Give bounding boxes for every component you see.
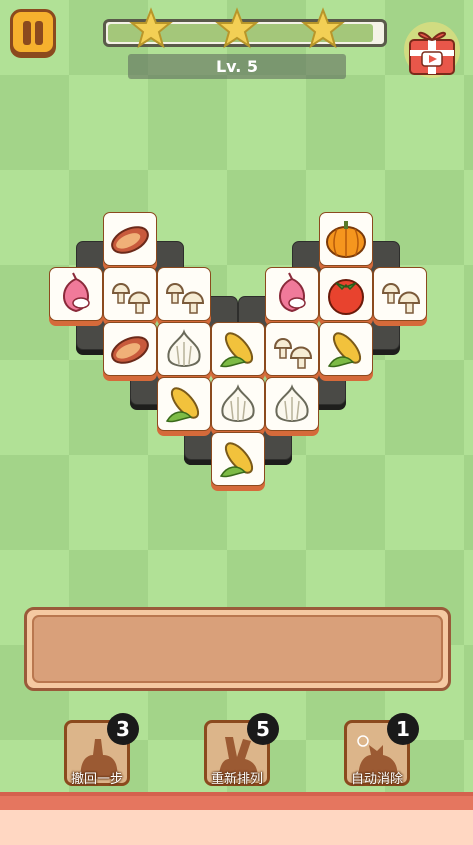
auto-clear-count-badge: 1 bbox=[387, 713, 419, 745]
mushroom-icon bbox=[273, 338, 313, 369]
undo-button[interactable]: 3 撤回一步 bbox=[64, 713, 139, 787]
corn-icon bbox=[165, 387, 200, 423]
onion-icon bbox=[63, 272, 90, 313]
mushroom-icon bbox=[165, 283, 205, 314]
mushroom-icon bbox=[111, 283, 151, 314]
sweet-potato-icon bbox=[111, 336, 149, 364]
auto-clear-label: 自动消除 bbox=[350, 772, 403, 787]
tile-garlic[interactable] bbox=[211, 377, 265, 437]
garlic-icon bbox=[221, 384, 255, 422]
tile-onion[interactable] bbox=[49, 267, 103, 327]
tile-mushroom[interactable] bbox=[373, 267, 427, 327]
garlic-icon bbox=[167, 329, 201, 367]
mushroom-icon bbox=[381, 283, 421, 314]
tile-corn[interactable] bbox=[211, 432, 265, 492]
shuffle-count-badge: 5 bbox=[247, 713, 279, 745]
tile-corn[interactable] bbox=[157, 377, 211, 437]
garlic-icon bbox=[275, 384, 309, 422]
tile-onion[interactable] bbox=[265, 267, 319, 327]
tile-slot-tray bbox=[24, 607, 451, 691]
tile-mushroom[interactable] bbox=[157, 267, 211, 327]
tomato-icon bbox=[328, 279, 364, 315]
undo-label: 撤回一步 bbox=[70, 772, 123, 787]
ground-strip bbox=[0, 792, 473, 845]
tile-garlic[interactable] bbox=[265, 377, 319, 437]
corn-icon bbox=[327, 332, 362, 368]
corn-icon bbox=[219, 442, 254, 478]
tile-garlic[interactable] bbox=[157, 322, 211, 382]
shuffle-label: 重新排列 bbox=[210, 772, 263, 787]
tile-corn[interactable] bbox=[319, 322, 373, 382]
star-icon bbox=[215, 7, 259, 49]
undo-count-badge: 3 bbox=[107, 713, 139, 745]
star-icon bbox=[301, 7, 345, 49]
tile-mushroom[interactable] bbox=[103, 267, 157, 327]
gift-box-icon[interactable] bbox=[402, 18, 462, 78]
sweet-potato-icon bbox=[111, 226, 149, 254]
tile-sweet-potato[interactable] bbox=[103, 322, 157, 382]
onion-icon bbox=[279, 272, 306, 313]
auto-clear-button[interactable]: 1 自动消除 bbox=[344, 713, 419, 787]
tile-mushroom[interactable] bbox=[265, 322, 319, 382]
pause-icon bbox=[23, 21, 31, 45]
tile-sweet-potato[interactable] bbox=[103, 212, 157, 272]
level-label: Lv. 5 bbox=[128, 54, 346, 79]
tile-corn[interactable] bbox=[211, 322, 265, 382]
corn-icon bbox=[219, 332, 254, 368]
tile-tomato[interactable] bbox=[319, 267, 373, 327]
pumpkin-icon bbox=[326, 221, 366, 258]
tile-pumpkin[interactable] bbox=[319, 212, 373, 272]
pause-button[interactable] bbox=[10, 9, 56, 55]
shuffle-button[interactable]: 5 重新排列 bbox=[204, 713, 279, 787]
star-icon bbox=[129, 7, 173, 49]
